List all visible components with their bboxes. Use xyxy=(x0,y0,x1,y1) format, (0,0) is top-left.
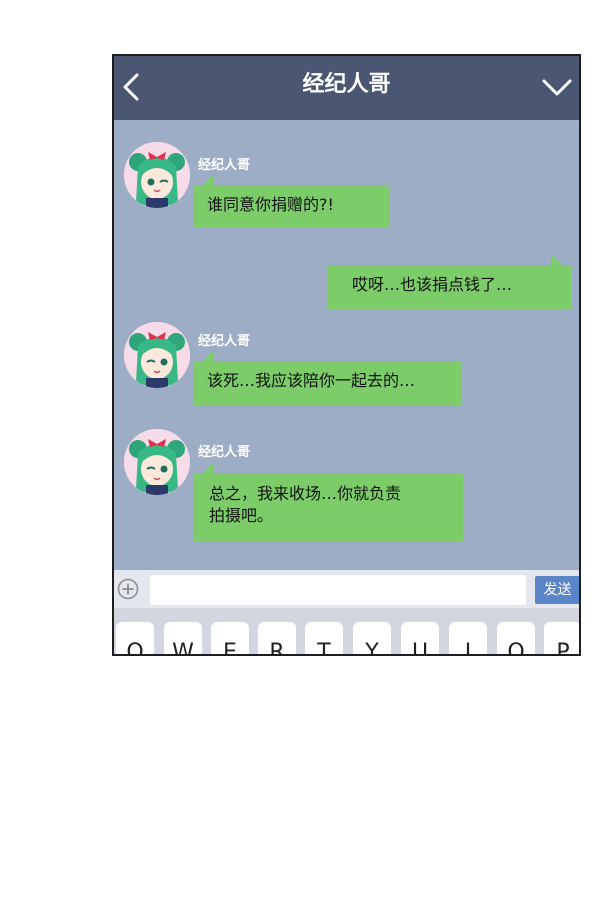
send-button[interactable]: 发送 xyxy=(535,576,579,604)
keyboard: Q W E R T Y U I O P xyxy=(114,608,579,654)
message-line: 拍摄吧。 xyxy=(209,506,274,525)
key-t[interactable]: T xyxy=(305,622,343,654)
message-input[interactable] xyxy=(150,575,526,605)
key-e[interactable]: E xyxy=(211,622,249,654)
bubble-tail xyxy=(202,350,214,362)
bubble-tail xyxy=(202,462,214,474)
key-y[interactable]: Y xyxy=(353,622,391,654)
bubble-tail xyxy=(551,254,563,266)
key-u[interactable]: U xyxy=(401,622,439,654)
key-o[interactable]: O xyxy=(497,622,535,654)
sender-name: 经纪人哥 xyxy=(198,158,251,173)
message-bubble-incoming: 该死…我应该陪你一起去的… xyxy=(193,362,461,406)
key-q[interactable]: Q xyxy=(116,622,154,654)
message-list: 经纪人哥 谁同意你捐赠的?! 哎呀…也该捐点钱了… 经纪人哥 该死…我应该陪你一… xyxy=(114,120,579,570)
sender-name: 经纪人哥 xyxy=(198,334,251,349)
avatar[interactable] xyxy=(124,429,190,495)
anime-girl-avatar-icon xyxy=(124,142,190,208)
key-w[interactable]: W xyxy=(164,622,202,654)
plus-icon[interactable] xyxy=(117,578,139,600)
bubble-tail xyxy=(202,174,214,186)
key-p[interactable]: P xyxy=(544,622,579,654)
chevron-down-icon[interactable] xyxy=(541,76,573,98)
message-bubble-incoming: 总之，我来收场…你就负责 拍摄吧。 xyxy=(193,474,463,542)
avatar[interactable] xyxy=(124,142,190,208)
chat-phone-screen: 经纪人哥 经纪人哥 谁同意你捐赠的?! 哎呀…也该捐点钱了… 经纪人哥 该死…我… xyxy=(112,54,581,656)
key-r[interactable]: R xyxy=(258,622,296,654)
message-line: 总之，我来收场…你就负责 xyxy=(209,484,402,503)
message-bubble-incoming: 谁同意你捐赠的?! xyxy=(193,186,389,228)
anime-girl-avatar-icon xyxy=(124,429,190,495)
anime-girl-avatar-icon xyxy=(124,322,190,388)
sender-name: 经纪人哥 xyxy=(198,445,251,460)
input-bar: 发送 xyxy=(114,570,579,608)
avatar[interactable] xyxy=(124,322,190,388)
chat-title: 经纪人哥 xyxy=(302,72,391,97)
key-i[interactable]: I xyxy=(449,622,487,654)
message-bubble-outgoing: 哎呀…也该捐点钱了… xyxy=(328,266,571,309)
chat-header: 经纪人哥 xyxy=(114,56,579,120)
